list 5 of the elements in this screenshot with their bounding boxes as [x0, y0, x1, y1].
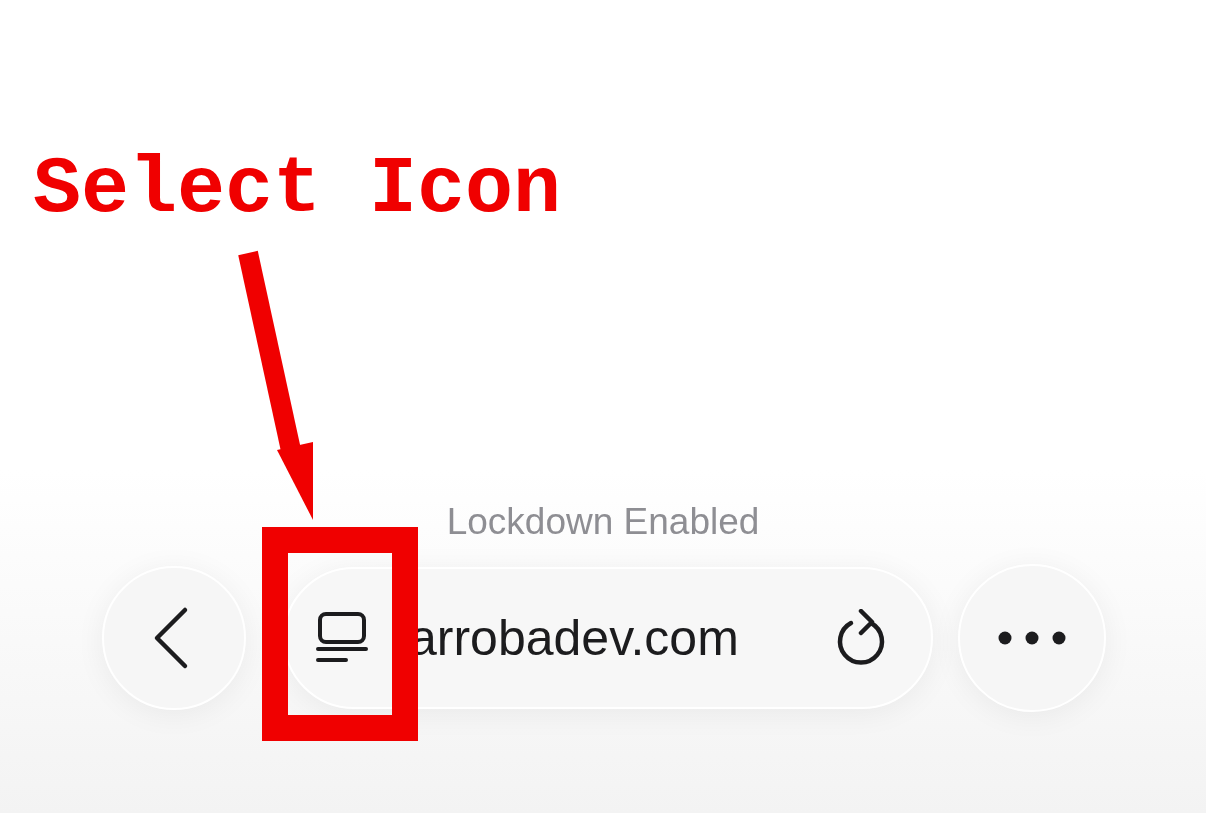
- page-menu-icon[interactable]: [315, 611, 369, 665]
- ellipsis-icon: [998, 631, 1066, 645]
- url-text[interactable]: arrobadev.com: [409, 609, 835, 667]
- lockdown-status: Lockdown Enabled: [446, 499, 760, 544]
- annotation-label: Select Icon: [33, 150, 562, 230]
